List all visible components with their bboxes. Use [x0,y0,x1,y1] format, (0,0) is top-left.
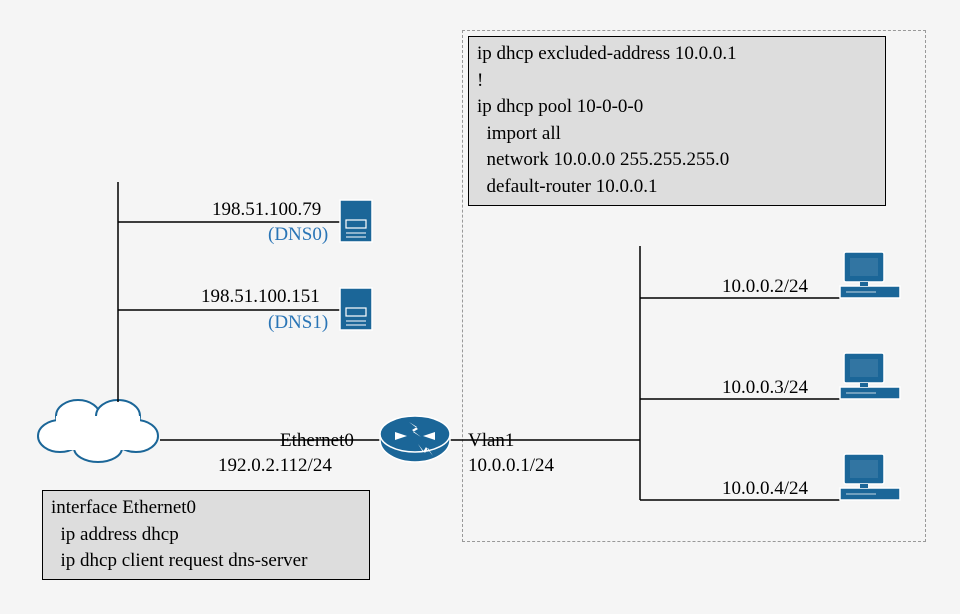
cloud-icon [38,400,158,462]
pc-icon [840,252,900,298]
diagram-stage: ip dhcp excluded-address 10.0.0.1 ! ip d… [0,0,960,614]
pc-icon [840,454,900,500]
router-icon [380,416,450,462]
pc-icon [840,353,900,399]
diagram-svg [0,0,960,614]
server-icon [340,288,372,330]
server-icon [340,200,372,242]
